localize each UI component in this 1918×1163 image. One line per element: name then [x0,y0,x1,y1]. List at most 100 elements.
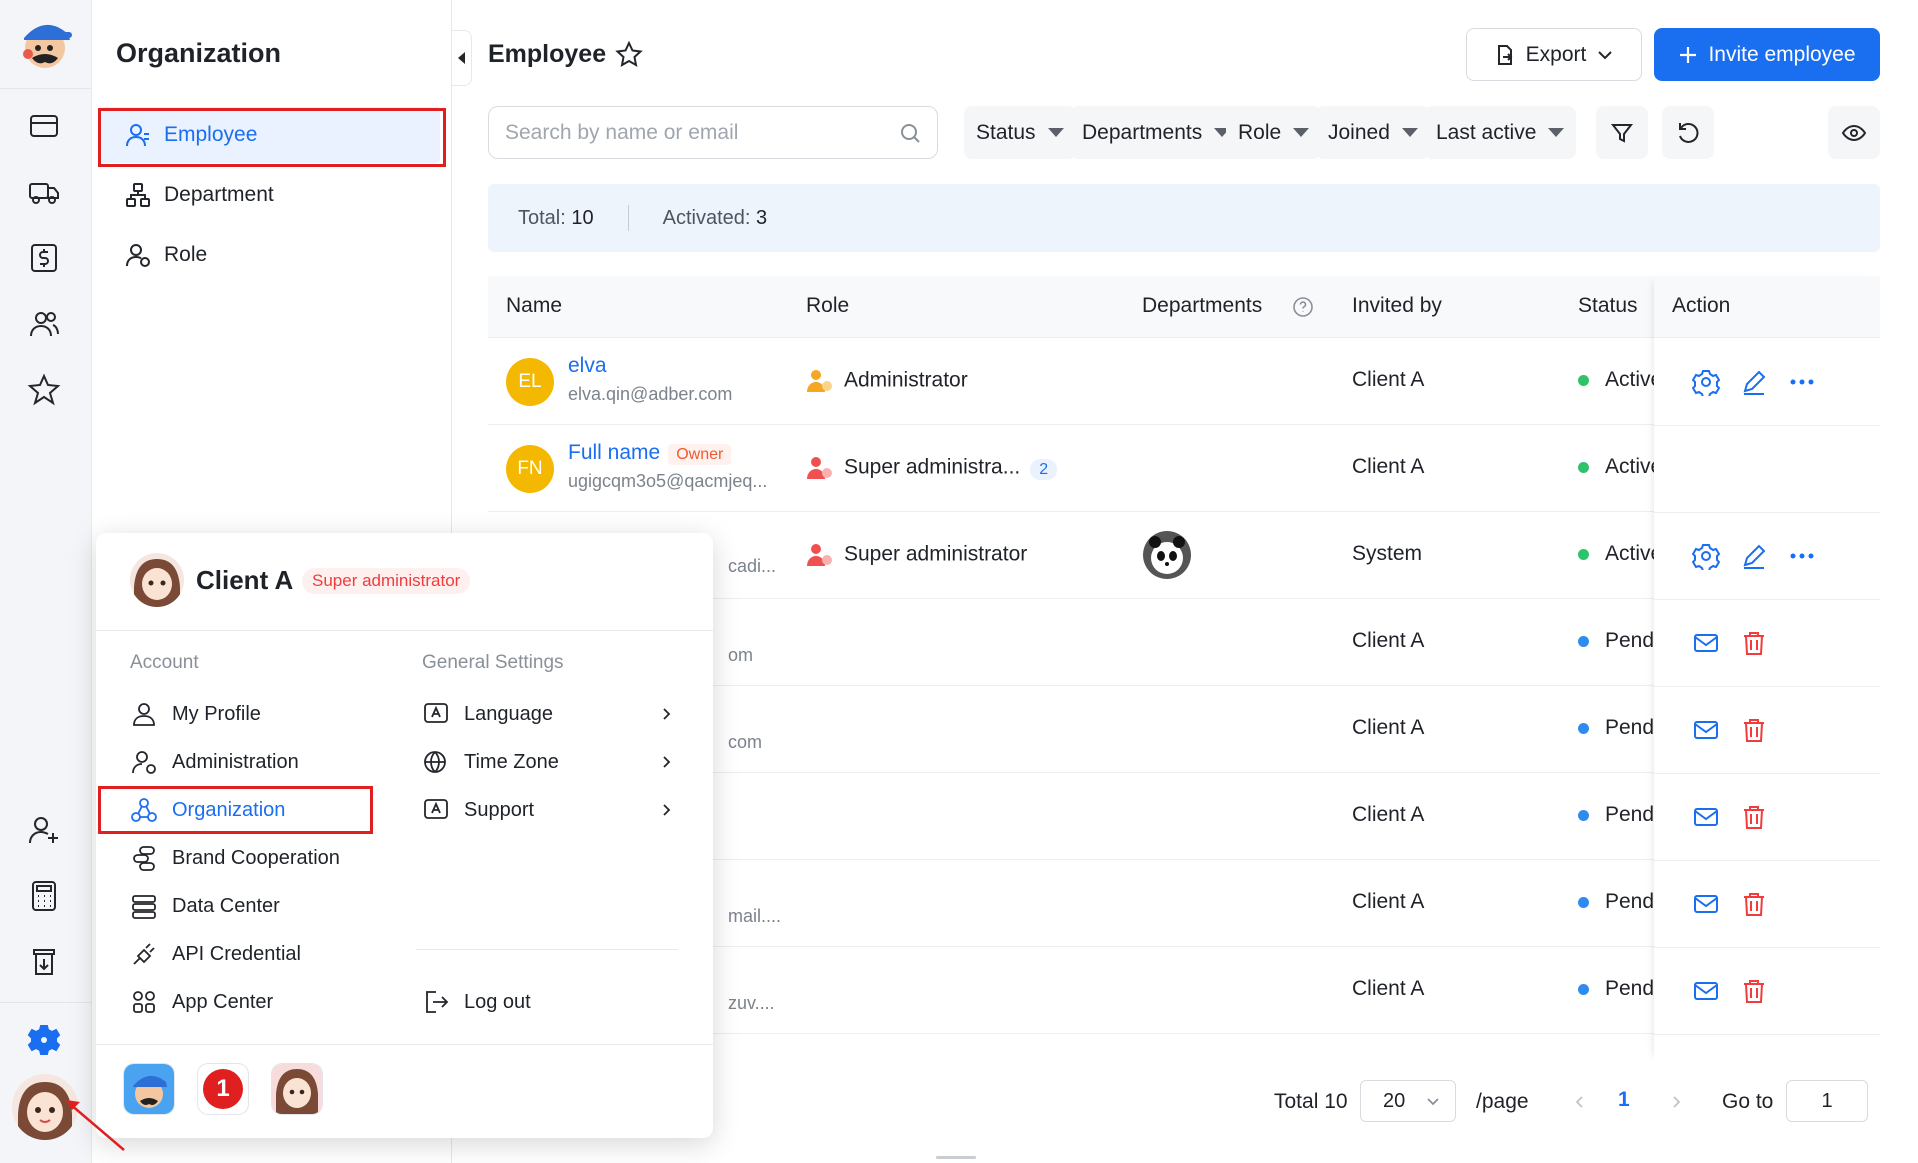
search-input[interactable]: Search by name or email [488,106,938,159]
app-logo[interactable] [12,10,78,76]
gear-user-icon [1691,370,1721,398]
settings-icon[interactable] [26,1022,62,1058]
column-header-departments[interactable]: Departments [1142,294,1262,318]
dollar-icon[interactable] [26,240,62,276]
truck-icon[interactable] [26,174,62,210]
users-icon[interactable] [26,306,62,342]
menu-support[interactable]: Support [422,790,534,830]
goto-page-input[interactable]: 1 [1786,1080,1868,1122]
rail-divider [0,1002,92,1003]
column-header-name[interactable]: Name [506,294,562,318]
resend-invite-button[interactable] [1692,977,1720,1005]
logout-button[interactable]: Log out [422,982,531,1022]
menu-time-zone[interactable]: Time Zone [422,742,559,782]
filter-last-active[interactable]: Last active [1424,106,1577,159]
filter-label: Departments [1082,120,1203,144]
menu-administration[interactable]: Administration [130,742,299,782]
nav-item-department[interactable]: Department [100,167,440,223]
row-divider [1654,773,1880,774]
menu-label: API Credential [172,942,301,965]
collapse-nav-button[interactable] [452,30,472,86]
left-rail [0,0,92,1163]
avatar [130,553,184,607]
menu-label: Time Zone [464,750,559,773]
resend-invite-button[interactable] [1692,803,1720,831]
summary-divider [627,205,629,231]
employee-name-link[interactable]: elva [568,354,607,377]
resize-handle[interactable] [936,1156,976,1159]
view-columns-button[interactable] [1828,106,1880,159]
employee-name[interactable]: Full name Owner [568,441,732,465]
trash-icon [1744,980,1764,1003]
employee-email: ugigcqm3o5@qacmjeq... [568,471,768,491]
chevron-down-icon [1427,1098,1439,1106]
employee-email: mail.... [728,906,782,926]
nav-item-role[interactable]: Role [100,227,440,283]
filter-status[interactable]: Status [964,106,1076,159]
column-header-role[interactable]: Role [806,294,849,318]
permission-settings-button[interactable] [1691,542,1721,572]
more-button[interactable] [1788,542,1816,570]
star-icon[interactable] [26,372,62,408]
account-switch-notification[interactable]: 1 [198,1064,248,1114]
account-switch-client[interactable] [272,1064,322,1114]
edit-button[interactable] [1740,542,1768,570]
delete-button[interactable] [1740,629,1768,657]
super-administrator-icon [807,544,832,566]
column-header-status[interactable]: Status [1578,294,1638,318]
refresh-button[interactable] [1662,106,1714,159]
funnel-filter-button[interactable] [1596,106,1648,159]
account-switch-brand[interactable] [124,1064,174,1114]
pointer-arrow-icon [66,1100,125,1151]
total-value: 10 [571,206,594,229]
invite-employee-button[interactable]: Invite employee [1654,28,1880,81]
calculator-icon[interactable] [26,878,62,914]
menu-brand-cooperation[interactable]: Brand Cooperation [130,838,340,878]
current-page[interactable]: 1 [1618,1088,1630,1112]
more-button[interactable] [1788,368,1816,396]
menu-api-credential[interactable]: API Credential [130,934,301,974]
goto-label: Go to [1722,1090,1774,1113]
row-divider [1654,860,1880,861]
mail-icon [1694,895,1718,913]
action-column: Action [1654,276,1880,1062]
status-dot [1578,896,1589,908]
status-label: Pendi [1605,716,1659,739]
resend-invite-button[interactable] [1692,716,1720,744]
next-page-icon[interactable] [1668,1094,1684,1110]
export-button[interactable]: Export [1466,28,1642,81]
delete-button[interactable] [1740,890,1768,918]
page-size-select[interactable]: 20 [1360,1080,1456,1122]
resend-invite-button[interactable] [1692,890,1720,918]
menu-my-profile[interactable]: My Profile [130,694,261,734]
employee-email: zuv.... [728,993,775,1013]
employee-name[interactable]: elva [568,354,607,378]
delete-button[interactable] [1740,803,1768,831]
page-title: Employee [488,40,607,68]
filter-joined[interactable]: Joined [1316,106,1430,159]
download-icon[interactable] [26,944,62,980]
menu-language[interactable]: Language [422,694,553,734]
favorite-star-icon[interactable] [614,40,644,70]
delete-button[interactable] [1740,716,1768,744]
column-header-invited-by[interactable]: Invited by [1352,294,1442,318]
mail-icon [1694,982,1718,1000]
employee-name-link[interactable]: Full name [568,441,660,464]
wallet-icon[interactable] [26,108,62,144]
add-user-icon[interactable] [26,812,62,848]
permission-settings-button[interactable] [1691,368,1721,398]
prev-page-icon[interactable] [1572,1094,1588,1110]
eye-icon [1841,124,1867,141]
delete-button[interactable] [1740,977,1768,1005]
filter-departments[interactable]: Departments [1070,106,1243,159]
edit-button[interactable] [1740,368,1768,396]
support-icon [424,799,448,819]
resend-invite-button[interactable] [1692,629,1720,657]
filter-role[interactable]: Role [1226,106,1322,159]
role-count-badge[interactable]: 2 [1030,458,1058,480]
menu-app-center[interactable]: App Center [130,982,273,1022]
menu-data-center[interactable]: Data Center [130,886,280,926]
nav-item-label: Role [164,243,208,266]
help-icon[interactable] [1292,296,1314,318]
invited-by: Client A [1352,368,1425,391]
